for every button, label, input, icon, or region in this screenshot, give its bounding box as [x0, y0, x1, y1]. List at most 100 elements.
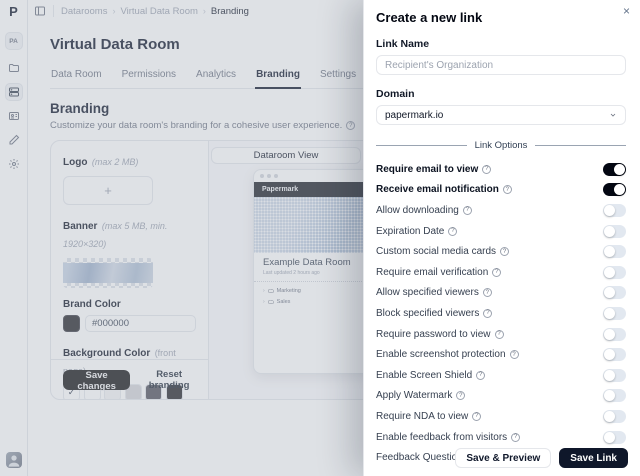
close-icon[interactable]: ×	[623, 5, 630, 17]
save-preview-button[interactable]: Save & Preview	[455, 448, 551, 468]
tab-data-room[interactable]: Data Room	[50, 65, 103, 88]
plus-icon: +	[104, 183, 112, 198]
save-link-button[interactable]: Save Link	[559, 448, 628, 468]
reset-branding-button[interactable]: Reset branding	[142, 369, 196, 391]
link-option-row: Allow specified viewers?	[376, 283, 626, 304]
link-option-toggle[interactable]	[603, 328, 626, 341]
tab-analytics[interactable]: Analytics	[195, 65, 237, 88]
link-option-toggle[interactable]	[603, 307, 626, 320]
breadcrumb-separator: ›	[203, 6, 206, 16]
link-options-label: Link Options	[475, 140, 528, 151]
link-option-label: Receive email notification	[376, 184, 499, 195]
link-option-row: Require email verification?	[376, 262, 626, 283]
link-option-row: Apply Watermark?	[376, 386, 626, 407]
brand-color-swatch[interactable]	[63, 315, 80, 332]
link-option-label: Feedback Question	[376, 452, 463, 463]
server-icon[interactable]	[5, 83, 23, 101]
tab-branding[interactable]: Branding	[255, 65, 301, 89]
link-option-label: Block specified viewers	[376, 308, 479, 319]
link-option-row: Enable screenshot protection?	[376, 344, 626, 365]
link-options-list: Require email to view?Receive email noti…	[376, 159, 626, 468]
link-option-label: Expiration Date	[376, 226, 444, 237]
topbar-divider	[53, 5, 54, 17]
chevron-right-icon: ›	[263, 288, 265, 294]
link-option-toggle[interactable]	[603, 389, 626, 402]
banner-upload-box[interactable]	[63, 258, 153, 288]
sidebar-toggle-icon[interactable]	[34, 5, 46, 17]
create-link-modal: × Create a new link Link Name Domain pap…	[363, 0, 640, 476]
tab-settings[interactable]: Settings	[319, 65, 357, 88]
folder-icon[interactable]	[5, 59, 23, 77]
chevron-right-icon: ›	[263, 299, 265, 305]
help-icon[interactable]: ?	[476, 371, 485, 380]
link-option-row: Custom social media cards?	[376, 241, 626, 262]
banner-image	[63, 263, 153, 283]
help-icon[interactable]: ?	[346, 121, 355, 130]
link-option-row: Block specified viewers?	[376, 303, 626, 324]
tab-permissions[interactable]: Permissions	[121, 65, 177, 88]
link-option-toggle[interactable]	[603, 266, 626, 279]
dataroom-view-tab[interactable]: Dataroom View	[211, 147, 361, 164]
preview-tree-item[interactable]: ›Sales	[263, 299, 368, 305]
link-option-row: Expiration Date?	[376, 221, 626, 242]
help-icon[interactable]: ?	[463, 206, 472, 215]
id-card-icon[interactable]	[5, 107, 23, 125]
breadcrumb-item[interactable]: Branding	[211, 6, 249, 17]
breadcrumb-item[interactable]: Datarooms	[61, 6, 107, 17]
link-option-toggle[interactable]	[603, 163, 626, 176]
help-icon[interactable]: ?	[456, 391, 465, 400]
settings-gear-icon[interactable]	[5, 155, 23, 173]
papermark-logo[interactable]: P	[9, 4, 18, 19]
help-icon[interactable]: ?	[500, 247, 509, 256]
help-icon[interactable]: ?	[472, 412, 481, 421]
link-option-row: Require password to view?	[376, 324, 626, 345]
help-icon[interactable]: ?	[495, 330, 504, 339]
link-option-label: Require NDA to view	[376, 411, 468, 422]
modal-title: Create a new link	[376, 10, 626, 25]
link-option-toggle[interactable]	[603, 369, 626, 382]
user-avatar[interactable]	[6, 452, 22, 468]
link-option-label: Custom social media cards	[376, 246, 496, 257]
help-icon[interactable]: ?	[511, 433, 520, 442]
link-option-toggle[interactable]	[603, 204, 626, 217]
link-option-toggle[interactable]	[603, 183, 626, 196]
team-avatar-badge[interactable]: PA	[5, 32, 23, 50]
link-option-toggle[interactable]	[603, 286, 626, 299]
help-icon[interactable]: ?	[503, 185, 512, 194]
link-options-divider: Link Options	[376, 140, 626, 151]
background-color-label: Background Color	[63, 348, 150, 359]
help-icon[interactable]: ?	[483, 288, 492, 297]
save-changes-button[interactable]: Save changes	[63, 370, 130, 390]
logo-upload-box[interactable]: +	[63, 176, 153, 205]
link-option-label: Enable screenshot protection	[376, 349, 506, 360]
link-option-label: Allow downloading	[376, 205, 459, 216]
link-option-label: Apply Watermark	[376, 390, 452, 401]
branding-form-footer: Save changes Reset branding	[51, 359, 208, 399]
link-option-label: Allow specified viewers	[376, 287, 479, 298]
help-icon[interactable]: ?	[492, 268, 501, 277]
preview-tree-item[interactable]: ›Marketing	[263, 288, 368, 294]
link-option-toggle[interactable]	[603, 431, 626, 444]
breadcrumb-item[interactable]: Virtual Data Room	[120, 6, 197, 17]
link-option-toggle[interactable]	[603, 225, 626, 238]
help-icon[interactable]: ?	[483, 309, 492, 318]
link-option-toggle[interactable]	[603, 245, 626, 258]
pencil-icon[interactable]	[5, 131, 23, 149]
link-option-toggle[interactable]	[603, 410, 626, 423]
help-icon[interactable]: ?	[482, 165, 491, 174]
domain-label: Domain	[376, 88, 626, 100]
link-option-row: Enable Screen Shield?	[376, 365, 626, 386]
branding-form: Logo (max 2 MB) + Banner (max 5 MB, min.…	[51, 141, 209, 399]
link-name-input[interactable]	[376, 55, 626, 75]
brand-color-input[interactable]	[85, 315, 196, 332]
logo-hint: (max 2 MB)	[92, 157, 139, 167]
help-icon[interactable]: ?	[510, 350, 519, 359]
breadcrumb-separator: ›	[112, 6, 115, 16]
folder-icon	[268, 299, 274, 305]
link-option-row: Require NDA to view?	[376, 406, 626, 427]
domain-select[interactable]: papermark.io	[376, 105, 626, 125]
logo-label: Logo	[63, 157, 87, 168]
help-icon[interactable]: ?	[448, 227, 457, 236]
link-option-label: Require email verification	[376, 267, 488, 278]
link-option-toggle[interactable]	[603, 348, 626, 361]
